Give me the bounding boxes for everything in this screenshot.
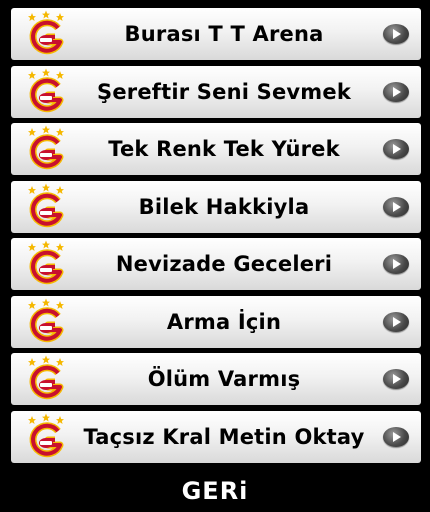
play-icon[interactable]: [383, 81, 409, 102]
star-icon: [28, 243, 36, 251]
galatasaray-logo-icon: [28, 125, 64, 170]
play-icon[interactable]: [383, 254, 409, 274]
star-icon: [42, 355, 50, 364]
star-icon: [28, 128, 36, 136]
star-icon: [42, 413, 50, 421]
song-title: Nevizade Geceleri: [115, 252, 333, 276]
star-icon: [28, 13, 36, 21]
star-icon: [28, 70, 36, 79]
star-icon: [56, 70, 64, 79]
song-list-item[interactable]: Bilek Hakkiyla: [11, 180, 421, 233]
song-title: Burası T T Arena: [124, 22, 324, 46]
star-icon: [56, 13, 64, 21]
song-list-item[interactable]: Ölüm Varmış: [11, 353, 421, 405]
song-list-item[interactable]: Taçsız Kral Metin Oktay: [11, 410, 421, 463]
play-icon[interactable]: [383, 139, 409, 159]
star-icon: [42, 68, 50, 76]
song-title: Taçsız Kral Metin Oktay: [83, 424, 365, 449]
star-icon: [56, 358, 64, 366]
star-icon: [56, 185, 64, 194]
galatasaray-logo-icon: [28, 355, 64, 400]
galatasaray-logo-icon: [28, 240, 64, 285]
star-icon: [28, 185, 36, 194]
play-icon[interactable]: [383, 426, 409, 447]
song-title: Tek Renk Tek Yürek: [108, 137, 340, 161]
back-button[interactable]: GERi: [0, 476, 430, 506]
play-icon[interactable]: [383, 196, 409, 217]
star-icon: [56, 415, 64, 424]
song-title: Bilek Hakkiyla: [138, 194, 310, 219]
galatasaray-logo-icon: [28, 68, 64, 112]
star-icon: [28, 415, 36, 424]
galatasaray-logo-icon: [28, 298, 64, 342]
star-icon: [42, 183, 50, 191]
star-icon: [56, 128, 64, 136]
star-icon: [42, 10, 50, 19]
galatasaray-logo-icon: [28, 413, 64, 457]
song-list-item[interactable]: Tek Renk Tek Yürek: [11, 123, 421, 175]
play-icon[interactable]: [383, 369, 409, 389]
galatasaray-logo-icon: [28, 10, 64, 55]
song-title: Ölüm Varmış: [147, 367, 301, 391]
star-icon: [42, 298, 50, 306]
star-icon: [56, 243, 64, 251]
star-icon: [28, 358, 36, 366]
play-icon[interactable]: [383, 311, 409, 332]
song-title: Arma İçin: [166, 309, 282, 334]
song-title: Şereftir Seni Sevmek: [97, 79, 351, 104]
star-icon: [42, 125, 50, 134]
song-list-item[interactable]: Nevizade Geceleri: [11, 238, 421, 290]
song-list-item[interactable]: Burası T T Arena: [11, 8, 421, 60]
song-list-item[interactable]: Şereftir Seni Sevmek: [11, 65, 421, 118]
song-list: Burası T T Arena Şereftir Seni Sevmek Te…: [11, 8, 421, 468]
galatasaray-logo-icon: [28, 183, 64, 227]
star-icon: [28, 300, 36, 309]
play-icon[interactable]: [383, 24, 409, 44]
song-list-item[interactable]: Arma İçin: [11, 295, 421, 348]
star-icon: [42, 240, 50, 249]
star-icon: [56, 300, 64, 309]
